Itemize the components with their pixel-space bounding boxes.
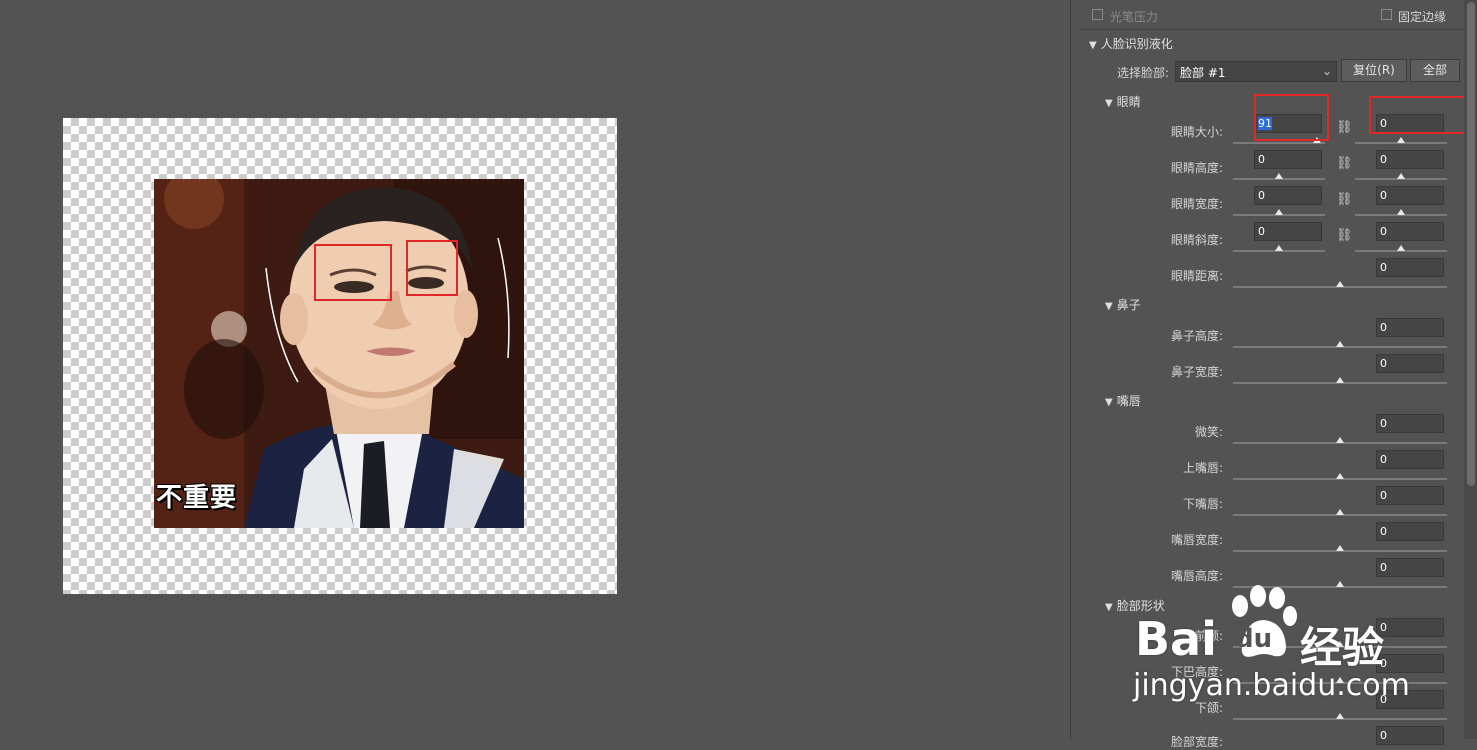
nose-height-slider-thumb[interactable] (1336, 341, 1344, 347)
mouth-height-label: 嘴唇高度: (1170, 569, 1223, 583)
eye-width-label: 眼睛宽度: (1170, 197, 1223, 211)
panel-scrollbar-thumb[interactable] (1467, 2, 1475, 486)
select-face-value: 脸部 #1 (1180, 66, 1226, 80)
nose-height-input[interactable]: 0 (1376, 318, 1444, 337)
chevron-down-icon: ⌄ (1321, 64, 1332, 78)
upper-lip-input[interactable]: 0 (1376, 450, 1444, 469)
mouth-height-slider-thumb[interactable] (1336, 581, 1344, 587)
fix-edges-label: 固定边缘 (1398, 10, 1447, 24)
watermark-jingyan: 经验 (1300, 623, 1385, 672)
mouth-section-title: 嘴唇 (1116, 394, 1141, 408)
nose-width-slider-thumb[interactable] (1336, 377, 1344, 383)
upper-lip-label: 上嘴唇: (1182, 461, 1223, 475)
eye-distance-input[interactable]: 0 (1376, 258, 1444, 277)
left-eye-highlight (314, 244, 392, 301)
upper-lip-slider-thumb[interactable] (1336, 473, 1344, 479)
face-aware-liquify-title: 人脸识别液化 (1100, 37, 1173, 51)
eye-height-right-slider-thumb[interactable] (1397, 173, 1405, 179)
reset-button[interactable]: 复位(R) (1341, 59, 1407, 82)
section-divider (1079, 29, 1464, 30)
eye-tilt-left-input[interactable]: 0 (1254, 222, 1322, 241)
nose-width-label: 鼻子宽度: (1170, 365, 1223, 379)
eye-tilt-right-slider-thumb[interactable] (1397, 245, 1405, 251)
face-photo[interactable]: 不重要 (154, 179, 524, 528)
eyes-section-header[interactable]: ▼ 眼睛 (1105, 93, 1141, 110)
face-aware-liquify-header[interactable]: ▼ 人脸识别液化 (1089, 35, 1173, 52)
link-icon[interactable]: ⛓ (1336, 192, 1353, 207)
face-width-input[interactable]: 0 (1376, 726, 1444, 745)
nose-width-input[interactable]: 0 (1376, 354, 1444, 373)
pen-pressure-label: 光笔压力 (1110, 10, 1159, 24)
eye-distance-slider-thumb[interactable] (1336, 281, 1344, 287)
mouth-section-header[interactable]: ▼ 嘴唇 (1105, 392, 1141, 409)
canvas-area[interactable]: 不重要 (0, 0, 1070, 739)
eye-height-label: 眼睛高度: (1170, 161, 1223, 175)
eye-size-label: 眼睛大小: (1170, 125, 1223, 139)
face-bound-left-arc[interactable] (260, 260, 308, 390)
all-button[interactable]: 全部 (1410, 59, 1460, 82)
link-icon[interactable]: ⛓ (1336, 156, 1353, 171)
eye-size-left-slider[interactable] (1233, 142, 1325, 144)
link-icon[interactable]: ⛓ (1336, 228, 1353, 243)
smile-label: 微笑: (1194, 425, 1223, 439)
eye-width-right-input[interactable]: 0 (1376, 186, 1444, 205)
eye-size-right-highlight (1369, 96, 1468, 134)
fix-edges-checkbox[interactable] (1381, 9, 1392, 20)
face-illustration (154, 179, 524, 528)
smile-input[interactable]: 0 (1376, 414, 1444, 433)
collapse-triangle-icon: ▼ (1105, 602, 1113, 613)
face-width-label: 脸部宽度: (1170, 735, 1223, 749)
eye-height-left-input[interactable]: 0 (1254, 150, 1322, 169)
collapse-triangle-icon: ▼ (1105, 397, 1113, 408)
pen-pressure-checkbox[interactable] (1092, 9, 1103, 20)
eye-width-left-slider-thumb[interactable] (1275, 209, 1283, 215)
jaw-slider-thumb[interactable] (1336, 713, 1344, 719)
nose-section-header[interactable]: ▼ 鼻子 (1105, 296, 1141, 313)
lower-lip-slider-thumb[interactable] (1336, 509, 1344, 515)
eye-height-left-slider-thumb[interactable] (1275, 173, 1283, 179)
face-bound-right-arc[interactable] (492, 234, 522, 364)
eye-height-right-input[interactable]: 0 (1376, 150, 1444, 169)
collapse-triangle-icon: ▼ (1105, 98, 1113, 109)
eye-tilt-label: 眼睛斜度: (1170, 233, 1223, 247)
eye-tilt-right-input[interactable]: 0 (1376, 222, 1444, 241)
eye-size-right-slider-thumb[interactable] (1397, 137, 1405, 143)
mouth-height-input[interactable]: 0 (1376, 558, 1444, 577)
eye-tilt-left-slider-thumb[interactable] (1275, 245, 1283, 251)
eye-size-left-highlight (1254, 94, 1329, 141)
watermark-url: jingyan.baidu.com (1133, 668, 1410, 703)
link-icon[interactable]: ⛓ (1336, 120, 1353, 135)
eye-width-left-input[interactable]: 0 (1254, 186, 1322, 205)
select-face-label: 选择脸部: (1117, 66, 1170, 80)
select-face-dropdown[interactable]: 脸部 #1 ⌄ (1175, 61, 1337, 82)
collapse-triangle-icon: ▼ (1089, 40, 1097, 51)
mouth-width-slider-thumb[interactable] (1336, 545, 1344, 551)
forehead-input[interactable]: 0 (1376, 618, 1444, 637)
watermark-brand-du: du (1235, 624, 1273, 654)
smile-slider-thumb[interactable] (1336, 437, 1344, 443)
mouth-width-input[interactable]: 0 (1376, 522, 1444, 541)
photo-caption: 不重要 (156, 483, 238, 513)
watermark-brand: Bai (1135, 612, 1217, 666)
nose-height-label: 鼻子高度: (1170, 329, 1223, 343)
nose-section-title: 鼻子 (1116, 298, 1141, 312)
face-shape-section-title: 脸部形状 (1116, 599, 1165, 613)
eye-distance-label: 眼睛距离: (1170, 269, 1223, 283)
collapse-triangle-icon: ▼ (1105, 301, 1113, 312)
mouth-width-label: 嘴唇宽度: (1170, 533, 1223, 547)
eyes-section-title: 眼睛 (1116, 95, 1141, 109)
right-eye-highlight (406, 240, 458, 296)
panel-scrollbar[interactable] (1464, 0, 1477, 739)
eye-width-right-slider-thumb[interactable] (1397, 209, 1405, 215)
lower-lip-input[interactable]: 0 (1376, 486, 1444, 505)
lower-lip-label: 下嘴唇: (1182, 497, 1223, 511)
